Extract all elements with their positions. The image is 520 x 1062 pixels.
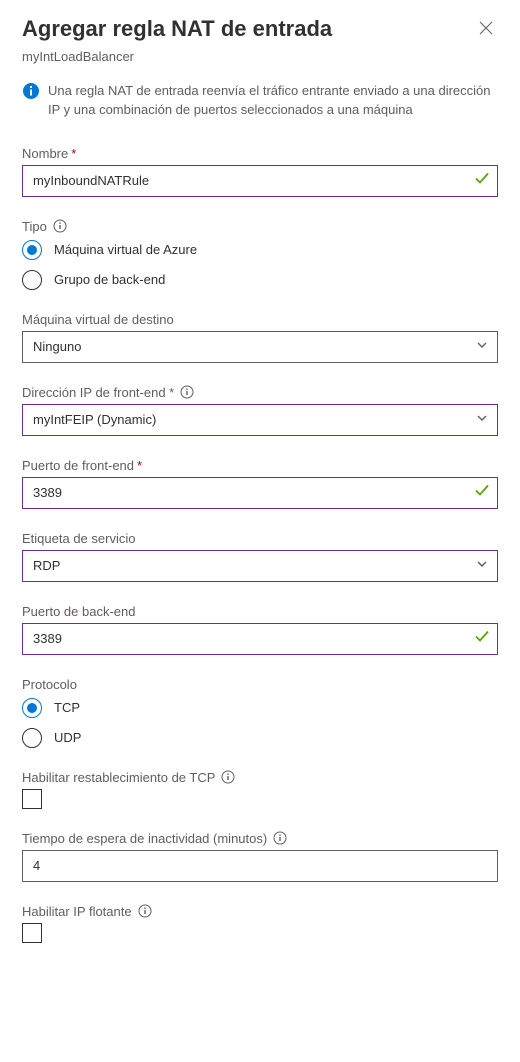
radio-label: TCP bbox=[54, 700, 80, 715]
info-text: Una regla NAT de entrada reenvía el tráf… bbox=[48, 82, 498, 120]
frontendip-label: Dirección IP de front-end * bbox=[22, 385, 174, 400]
type-label: Tipo bbox=[22, 219, 47, 234]
radio-selected-icon bbox=[22, 240, 42, 260]
info-icon bbox=[22, 82, 40, 120]
tcpreset-checkbox[interactable] bbox=[22, 789, 42, 809]
info-icon[interactable] bbox=[53, 219, 67, 233]
info-icon[interactable] bbox=[221, 770, 235, 784]
close-button[interactable] bbox=[474, 16, 498, 43]
name-input[interactable] bbox=[22, 165, 498, 197]
info-icon[interactable] bbox=[138, 904, 152, 918]
tcpreset-label: Habilitar restablecimiento de TCP bbox=[22, 770, 215, 785]
check-icon bbox=[474, 170, 490, 191]
page-title: Agregar regla NAT de entrada bbox=[22, 16, 332, 42]
info-banner: Una regla NAT de entrada reenvía el tráf… bbox=[0, 82, 520, 146]
idletimeout-input[interactable] bbox=[22, 850, 498, 882]
servicetag-select[interactable]: RDP bbox=[22, 550, 498, 582]
type-radio-backendgroup[interactable]: Grupo de back-end bbox=[22, 270, 498, 290]
floatingip-label: Habilitar IP flotante bbox=[22, 904, 132, 919]
info-icon[interactable] bbox=[273, 831, 287, 845]
radio-unselected-icon bbox=[22, 270, 42, 290]
required-icon: * bbox=[71, 146, 76, 161]
frontendip-select[interactable]: myIntFEIP (Dynamic) bbox=[22, 404, 498, 436]
type-radio-azurevm[interactable]: Máquina virtual de Azure bbox=[22, 240, 498, 260]
name-label: Nombre bbox=[22, 146, 68, 161]
info-icon[interactable] bbox=[180, 385, 194, 399]
required-icon: * bbox=[137, 458, 142, 473]
backendport-input[interactable] bbox=[22, 623, 498, 655]
check-icon bbox=[474, 482, 490, 503]
frontendport-input[interactable] bbox=[22, 477, 498, 509]
page-subtitle: myIntLoadBalancer bbox=[0, 49, 520, 82]
radio-unselected-icon bbox=[22, 728, 42, 748]
backendport-label: Puerto de back-end bbox=[22, 604, 135, 619]
servicetag-label: Etiqueta de servicio bbox=[22, 531, 135, 546]
radio-label: UDP bbox=[54, 730, 81, 745]
destvm-label: Máquina virtual de destino bbox=[22, 312, 174, 327]
protocol-label: Protocolo bbox=[22, 677, 77, 692]
check-icon bbox=[474, 628, 490, 649]
destvm-select[interactable]: Ninguno bbox=[22, 331, 498, 363]
protocol-radio-tcp[interactable]: TCP bbox=[22, 698, 498, 718]
radio-label: Grupo de back-end bbox=[54, 272, 165, 287]
close-icon bbox=[478, 20, 494, 36]
floatingip-checkbox[interactable] bbox=[22, 923, 42, 943]
radio-label: Máquina virtual de Azure bbox=[54, 242, 197, 257]
protocol-radio-udp[interactable]: UDP bbox=[22, 728, 498, 748]
idletimeout-label: Tiempo de espera de inactividad (minutos… bbox=[22, 831, 267, 846]
frontendport-label: Puerto de front-end bbox=[22, 458, 134, 473]
radio-selected-icon bbox=[22, 698, 42, 718]
